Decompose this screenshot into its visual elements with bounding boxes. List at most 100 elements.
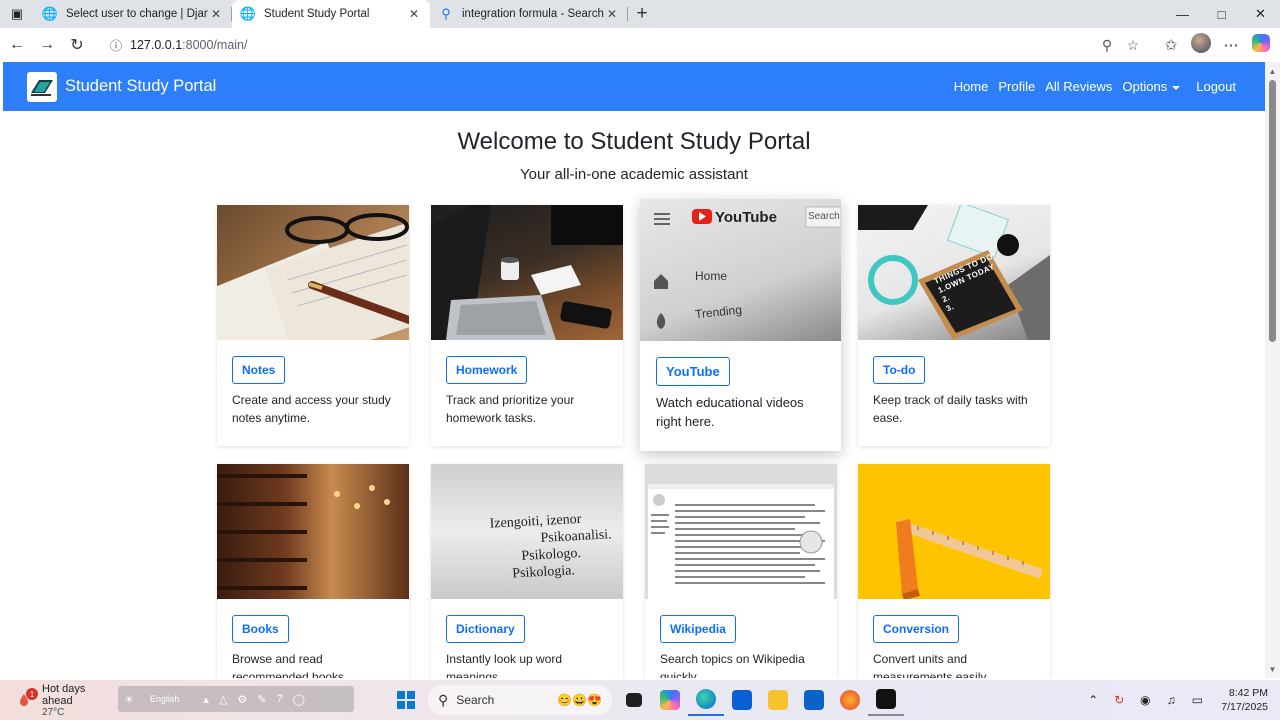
- wikipedia-button[interactable]: Wikipedia: [660, 615, 736, 643]
- dictionary-image: Izengoiti, izenor Psikoanalisi. Psikolog…: [431, 464, 623, 599]
- clock[interactable]: 8:42 PM 7/17/2025: [1221, 686, 1268, 714]
- scroll-down-icon[interactable]: ▼: [1265, 662, 1280, 676]
- weather-widget[interactable]: 1 Hot days ahead 27°C: [16, 683, 116, 718]
- wifi-icon[interactable]: ◉: [1135, 693, 1155, 707]
- back-icon[interactable]: ←: [2, 30, 32, 60]
- todo-description: Keep track of daily tasks with ease.: [873, 393, 1028, 425]
- nav-options-label: Options: [1122, 79, 1168, 94]
- conversion-image: [858, 464, 1050, 599]
- card-youtube: YouTube Search Home Trending YouTube Wat…: [640, 199, 841, 451]
- card-dictionary: Izengoiti, izenor Psikoanalisi. Psikolog…: [431, 464, 623, 678]
- card-books: Books Browse and read recommended books.: [217, 464, 409, 678]
- nav-options-dropdown[interactable]: Options: [1117, 79, 1185, 94]
- clock-time: 8:42 PM: [1228, 687, 1268, 699]
- caret-down-icon: [1172, 85, 1181, 90]
- search-icon: ⚲: [438, 691, 449, 708]
- task-view-icon[interactable]: [616, 684, 652, 716]
- tray-app-icon[interactable]: ✎: [257, 693, 266, 706]
- outlook-icon[interactable]: [796, 684, 832, 716]
- nav-profile[interactable]: Profile: [993, 79, 1040, 94]
- todo-button[interactable]: To-do: [873, 356, 926, 384]
- card-wikipedia: Wikipedia Search topics on Wikipedia qui…: [645, 464, 837, 678]
- windows-logo-icon: [397, 691, 415, 709]
- page-scrollbar[interactable]: ▲ ▼: [1265, 62, 1280, 678]
- youtube-search-text: Search: [808, 211, 840, 222]
- page-subtitle: Your all-in-one academic assistant: [520, 166, 748, 183]
- address-bar[interactable]: ⓘ 127.0.0.1:8000/main/ ⚲ ☆: [100, 32, 1156, 58]
- site-info-icon[interactable]: ⓘ: [110, 37, 122, 54]
- tray-app-icon[interactable]: ☀: [124, 693, 134, 706]
- dictionary-button[interactable]: Dictionary: [446, 615, 525, 643]
- firefox-icon[interactable]: [832, 684, 868, 716]
- tray-app-icon[interactable]: ◯: [293, 693, 305, 706]
- copilot-icon[interactable]: [1246, 34, 1276, 56]
- card-notes: Notes Create and access your study notes…: [217, 205, 409, 446]
- copilot-app-icon[interactable]: [652, 684, 688, 716]
- homework-image: [431, 205, 623, 340]
- nav-logout[interactable]: Logout: [1191, 79, 1241, 94]
- new-tab-button[interactable]: +: [628, 0, 656, 28]
- taskbar-search[interactable]: ⚲ Search 😊😀😍: [428, 685, 612, 715]
- youtube-home-text: Home: [695, 269, 728, 283]
- brand-title[interactable]: Student Study Portal: [65, 77, 216, 96]
- profile-avatar[interactable]: [1186, 33, 1216, 57]
- conversion-description: Convert units and measurements easily.: [873, 652, 989, 678]
- tab-title: integration formula - Search: [462, 8, 604, 20]
- close-window-icon[interactable]: ✕: [1241, 0, 1280, 28]
- weather-title: Hot days ahead: [42, 682, 86, 707]
- homework-button[interactable]: Homework: [446, 356, 528, 384]
- weather-temp: 27°C: [42, 706, 65, 718]
- minimize-icon[interactable]: —: [1163, 0, 1202, 28]
- books-image: [217, 464, 409, 599]
- chevron-up-icon[interactable]: ⌃: [1083, 693, 1103, 707]
- scroll-thumb[interactable]: [1269, 80, 1276, 342]
- nav-home[interactable]: Home: [949, 79, 994, 94]
- favorite-star-icon[interactable]: ☆: [1120, 37, 1146, 54]
- favorites-icon[interactable]: ✩: [1156, 36, 1186, 54]
- books-description: Browse and read recommended books.: [232, 652, 348, 678]
- battery-icon[interactable]: ▭: [1187, 693, 1207, 707]
- url-path: :8000/main/: [182, 38, 248, 52]
- store-icon[interactable]: [724, 684, 760, 716]
- notes-description: Create and access your study notes anyti…: [232, 393, 391, 425]
- start-button[interactable]: [388, 684, 424, 716]
- sync-icon[interactable]: ↻: [1109, 693, 1129, 707]
- browser-tab[interactable]: 🌐 Select user to change | Django sit ✕: [34, 0, 232, 28]
- card-conversion: Conversion Convert units and measurement…: [858, 464, 1050, 678]
- file-explorer-icon[interactable]: [760, 684, 796, 716]
- forward-icon[interactable]: →: [32, 30, 62, 60]
- tray-app-icon[interactable]: ?: [277, 693, 283, 705]
- browser-tab[interactable]: ⚲ integration formula - Search ✕: [430, 0, 628, 28]
- refresh-icon[interactable]: ↻: [62, 30, 92, 60]
- conversion-button[interactable]: Conversion: [873, 615, 960, 643]
- terminal-app-icon[interactable]: [868, 684, 904, 716]
- edge-icon[interactable]: [688, 684, 724, 716]
- zoom-icon[interactable]: ⚲: [1094, 37, 1120, 54]
- close-icon[interactable]: ✕: [604, 6, 620, 22]
- browser-toolbar: ← → ↻ ⓘ 127.0.0.1:8000/main/ ⚲ ☆ ✩ ⋯: [0, 28, 1280, 62]
- tab-title: Select user to change | Django sit: [66, 8, 208, 20]
- scroll-up-icon[interactable]: ▲: [1265, 64, 1280, 78]
- youtube-logo-text: YouTube: [715, 209, 777, 226]
- more-options-icon[interactable]: ⋯: [1216, 36, 1246, 54]
- close-icon[interactable]: ✕: [208, 6, 224, 22]
- tray-app-icon[interactable]: ⚙: [237, 693, 247, 706]
- brand-logo[interactable]: [27, 71, 57, 102]
- books-button[interactable]: Books: [232, 615, 289, 643]
- tray-app-icon[interactable]: ▴: [203, 693, 209, 706]
- volume-icon[interactable]: ♫: [1161, 693, 1181, 707]
- taskbar-overlay-group: ☀ English ▴ △ ⚙ ✎ ? ◯: [118, 686, 354, 712]
- notes-button[interactable]: Notes: [232, 356, 286, 384]
- nav-all-reviews[interactable]: All Reviews: [1040, 79, 1117, 94]
- nav-links: Home Profile All Reviews Options Logout: [949, 79, 1241, 94]
- weather-badge: 1: [26, 688, 38, 700]
- dictionary-description: Instantly look up word meanings.: [446, 652, 563, 678]
- tray-app-icon[interactable]: △: [219, 693, 227, 706]
- globe-icon: 🌐: [41, 6, 59, 21]
- tab-actions-icon[interactable]: ▣: [0, 0, 34, 28]
- youtube-description: Watch educational videos right here.: [656, 395, 804, 429]
- maximize-icon[interactable]: □: [1202, 0, 1241, 28]
- youtube-button[interactable]: YouTube: [656, 357, 730, 386]
- browser-tab-active[interactable]: 🌐 Student Study Portal ✕: [232, 0, 430, 28]
- close-icon[interactable]: ✕: [406, 6, 422, 22]
